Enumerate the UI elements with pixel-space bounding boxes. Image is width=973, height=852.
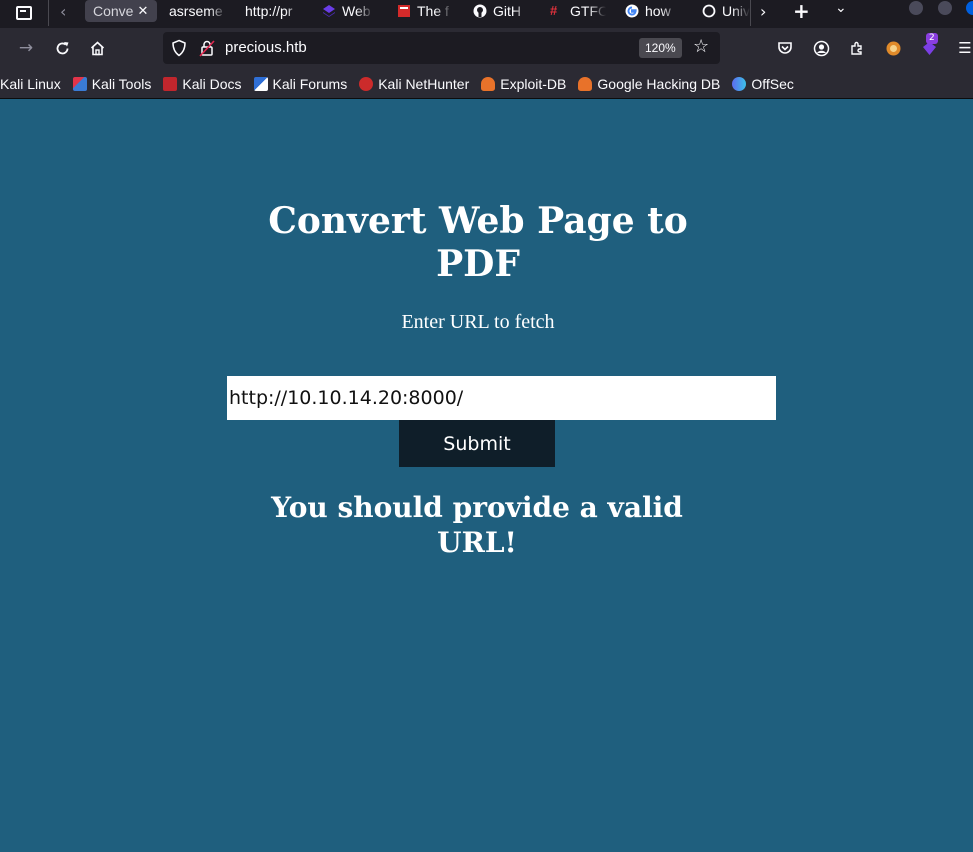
tab-github[interactable]: GitH — [473, 0, 531, 22]
bookmark-kali-linux[interactable]: Kali Linux — [0, 76, 61, 92]
window-minimize-button[interactable] — [909, 1, 923, 15]
kali-docs-icon — [163, 76, 178, 91]
url-input[interactable] — [227, 376, 776, 420]
tab-fade — [209, 0, 227, 22]
tab-strip-divider — [750, 0, 751, 26]
tab-close-icon[interactable]: ✕ — [137, 3, 148, 19]
bookmark-exploit-db[interactable]: Exploit-DB — [481, 76, 566, 92]
pocket-icon[interactable] — [775, 37, 795, 59]
reload-icon[interactable] — [51, 37, 73, 59]
tab-fade — [513, 0, 531, 22]
tracking-protection-shield-icon[interactable] — [171, 39, 187, 57]
window-maximize-button[interactable] — [938, 1, 952, 15]
kali-nethunter-icon — [359, 76, 374, 91]
exploit-db-icon — [481, 76, 496, 91]
bookmark-kali-tools[interactable]: Kali Tools — [72, 75, 152, 92]
stack-icon — [323, 5, 335, 17]
tab-fade — [661, 0, 679, 22]
tab-http-pr[interactable]: http://pr — [245, 0, 303, 22]
hash-icon: # — [550, 3, 558, 18]
bookmark-label: Exploit-DB — [500, 75, 567, 92]
tab-convert[interactable]: Conve ✕ — [85, 0, 157, 22]
bookmark-label: Kali Linux — [0, 75, 61, 92]
forward-arrow-icon[interactable]: → — [15, 37, 37, 59]
zoom-level-button[interactable]: 120% — [639, 38, 682, 58]
scroll-tabs-left-icon[interactable]: ‹ — [60, 2, 66, 21]
tab-fade — [435, 0, 453, 22]
bookmark-kali-docs[interactable]: Kali Docs — [163, 75, 242, 92]
url-text[interactable]: precious.htb — [225, 39, 307, 56]
submit-button[interactable]: Submit — [399, 420, 555, 467]
bookmark-label: OffSec — [751, 75, 794, 92]
book-icon — [398, 5, 410, 17]
bookmark-google-hacking-db[interactable]: Google Hacking DB — [578, 76, 720, 92]
circle-icon — [702, 4, 716, 18]
tab-asrseme[interactable]: asrseme — [169, 0, 227, 22]
bookmark-kali-nethunter[interactable]: Kali NetHunter — [359, 76, 469, 92]
tab-univ[interactable]: Univ — [702, 0, 750, 22]
tab-the-f[interactable]: The f — [397, 0, 453, 22]
menu-hamburger-icon[interactable]: ☰ — [955, 37, 973, 59]
home-icon[interactable] — [86, 37, 108, 59]
navigation-toolbar: → precious.htb 120% ☆ 2 ☰ — [0, 28, 973, 69]
tab-how[interactable]: how — [625, 0, 679, 22]
bookmark-star-icon[interactable]: ☆ — [693, 36, 709, 57]
page-subtitle: Enter URL to fetch — [401, 311, 555, 333]
tab-strip-divider — [48, 0, 49, 26]
bookmark-label: Kali Docs — [182, 75, 242, 92]
offsec-icon — [732, 76, 747, 91]
kali-forums-icon — [253, 76, 268, 91]
firefox-view-icon[interactable] — [16, 6, 32, 20]
scroll-tabs-right-icon[interactable]: › — [760, 2, 766, 21]
page-title: Convert Web Page to PDF — [268, 200, 688, 285]
ghdb-icon — [578, 76, 593, 91]
tab-strip: ‹ Conve ✕ asrseme http://pr Web The f Gi… — [0, 0, 973, 28]
google-icon — [625, 4, 639, 18]
github-icon — [473, 4, 487, 18]
window-close-button[interactable] — [966, 1, 973, 15]
address-bar[interactable]: precious.htb 120% ☆ — [163, 32, 720, 64]
tab-web[interactable]: Web — [322, 0, 374, 22]
extension-badge: 2 — [926, 33, 938, 44]
account-icon[interactable] — [811, 37, 831, 59]
bookmark-offsec[interactable]: OffSec — [732, 76, 794, 92]
bookmarks-toolbar: Kali Linux Kali Tools Kali Docs Kali For… — [0, 69, 973, 99]
bookmark-label: Kali NetHunter — [378, 75, 470, 92]
bookmark-label: Kali Tools — [91, 75, 152, 92]
tab-fade — [732, 0, 750, 22]
bookmark-kali-forums[interactable]: Kali Forums — [253, 75, 348, 92]
bookmark-label: Kali Forums — [272, 75, 348, 92]
new-tab-icon[interactable]: + — [793, 0, 810, 23]
insecure-lock-icon[interactable] — [199, 39, 215, 57]
tab-fade — [588, 0, 606, 22]
error-message: You should provide a valid URL! — [271, 491, 683, 559]
bookmark-label: Google Hacking DB — [597, 75, 721, 92]
page-content: Convert Web Page to PDF Enter URL to fet… — [0, 100, 973, 852]
extensions-icon[interactable] — [847, 37, 867, 59]
tab-fade — [356, 0, 374, 22]
tab-label: Conve — [93, 3, 134, 19]
tab-gtfo[interactable]: # GTFO — [550, 0, 606, 22]
list-all-tabs-icon[interactable]: ⌄ — [835, 0, 847, 16]
kali-tools-icon — [72, 76, 87, 91]
tab-fade — [285, 0, 303, 22]
foxyproxy-icon[interactable] — [883, 37, 903, 59]
